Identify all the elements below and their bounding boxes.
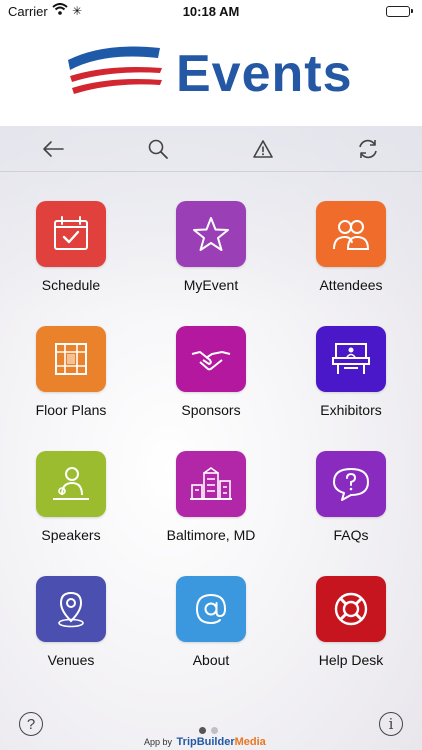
tile-icon-box [316,201,386,267]
toolbar [0,126,422,172]
credit-brand-suffix: Media [234,736,266,748]
help-icon: ? [26,715,36,733]
alert-button[interactable] [249,136,277,162]
tile-faqs[interactable]: FAQs [286,451,416,561]
tile-icon-box [36,451,106,517]
map-pin-icon [58,591,84,628]
tile-icon-box [36,201,106,267]
tile-label: Speakers [41,527,101,543]
back-button[interactable] [39,136,67,162]
tile-attendees[interactable]: Attendees [286,201,416,311]
tile-myevent[interactable]: MyEvent [146,201,276,311]
calendar-check-icon [54,216,88,250]
refresh-icon [359,139,377,159]
floor-plan-icon [55,343,87,375]
credit-brand: TripBuilder [176,736,235,748]
tile-sponsors[interactable]: Sponsors [146,326,276,436]
credit-prefix: App by [144,737,173,747]
tile-label: Venues [47,652,95,668]
tile-icon-box [36,576,106,642]
handshake-icon [191,351,231,371]
info-icon: i [388,715,394,733]
tile-icon-box [176,201,246,267]
tile-venues[interactable]: Venues [6,576,136,686]
page-dot [211,727,218,734]
tile-label: About [192,652,230,668]
star-icon [193,217,229,251]
tile-icon-box [36,326,106,392]
refresh-button[interactable] [354,136,382,162]
status-time: 10:18 AM [182,4,240,19]
tile-icon-box [176,326,246,392]
tile-label: FAQs [333,527,369,543]
tile-about[interactable]: About [146,576,276,686]
tile-speakers[interactable]: Speakers [6,451,136,561]
main-area: Schedule MyEvent Attendees Floor Plans S… [0,126,422,750]
tile-label: Sponsors [181,402,241,418]
tile-label: Floor Plans [35,402,107,418]
info-button[interactable]: i [379,712,403,736]
app-title: Events [176,45,353,103]
people-icon [333,220,370,250]
brand-header: Events [0,24,422,126]
tile-label: Baltimore, MD [166,527,256,543]
app-credit[interactable]: App by TripBuilderMedia [144,736,266,748]
tile-icon-box [176,451,246,517]
search-icon [148,139,168,159]
tile-label: Attendees [319,277,383,293]
tile-icon-box [316,576,386,642]
booth-icon [332,343,370,374]
tile-label: Schedule [41,277,101,293]
tile-help-desk[interactable]: Help Desk [286,576,416,686]
tile-label: Help Desk [318,652,384,668]
battery-icon [386,6,413,17]
at-icon [195,593,227,625]
tile-icon-box [316,451,386,517]
tile-label: Exhibitors [320,402,382,418]
back-arrow-icon [43,141,64,157]
help-button[interactable]: ? [19,712,43,736]
flag-logo-icon [68,46,162,94]
status-bar: Carrier ✳ 10:18 AM [0,0,422,24]
city-icon [190,467,232,500]
alert-icon [253,140,273,158]
tile-floor-plans[interactable]: Floor Plans [6,326,136,436]
search-button[interactable] [144,136,172,162]
page-dot-active [199,727,206,734]
question-bubble-icon [333,468,369,501]
tile-baltimore-md[interactable]: Baltimore, MD [146,451,276,561]
tile-label: MyEvent [183,277,239,293]
lifebuoy-icon [334,592,368,626]
tile-icon-box [316,326,386,392]
footer: ? App by TripBuilderMedia i [0,700,422,750]
tile-exhibitors[interactable]: Exhibitors [286,326,416,436]
tile-icon-box [176,576,246,642]
speaker-icon [53,467,89,500]
tile-schedule[interactable]: Schedule [6,201,136,311]
